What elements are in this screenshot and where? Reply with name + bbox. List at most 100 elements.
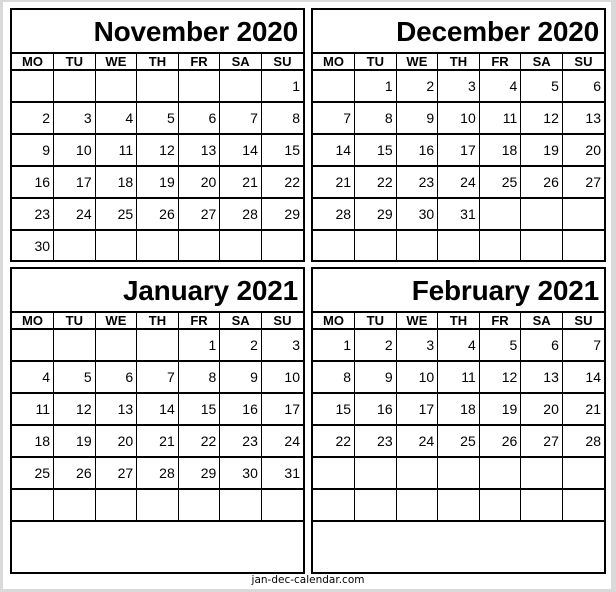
month-title: January 2021 [12, 269, 303, 313]
day-cell: 29 [178, 457, 221, 490]
day-cell [261, 489, 303, 522]
website-footer: jan-dec-calendar.com [251, 574, 365, 586]
day-cell: 8 [261, 102, 303, 135]
day-cell: 16 [396, 134, 439, 167]
day-cell [562, 230, 604, 261]
day-cell: 23 [396, 166, 439, 199]
day-cell: 30 [12, 230, 55, 261]
day-cell: 11 [12, 393, 55, 426]
day-cell [12, 489, 55, 522]
weekday-header: SU [261, 54, 303, 71]
weekday-header: TU [354, 313, 397, 330]
week-row: 2345678 [12, 102, 303, 135]
day-cell: 31 [437, 198, 480, 231]
day-cell: 25 [479, 166, 522, 199]
calendar-november-2020: November 2020 MO TU WE TH FR SA SU 1 2 3 4 5 6 7 8 9 10 11… [10, 8, 305, 262]
day-cell: 24 [396, 425, 439, 458]
day-cell: 7 [313, 102, 356, 135]
week-row: 25 26 27 28 29 30 31 [12, 457, 303, 490]
day-cell: 29 [261, 198, 303, 231]
day-cell [136, 70, 179, 103]
day-cell: 29 [354, 198, 397, 231]
day-cell: 6 [520, 329, 563, 362]
day-cell [479, 489, 522, 522]
week-row: 22 23 24 25 26 27 28 [313, 425, 604, 458]
day-cell [479, 457, 522, 490]
weekday-header: MO [313, 54, 356, 71]
day-cell [437, 230, 480, 261]
weekday-header-row: MO TU WE TH FR SA SU [12, 54, 303, 71]
day-cell [95, 489, 138, 522]
week-row [313, 489, 604, 522]
week-row: 21 22 23 24 25 26 27 [313, 166, 604, 199]
day-cell: 4 [479, 70, 522, 103]
day-cell [313, 70, 356, 103]
day-cell [354, 489, 397, 522]
day-cell: 27 [562, 166, 604, 199]
day-cell: 30 [219, 457, 262, 490]
week-row: 1 [12, 70, 303, 103]
day-cell: 27 [520, 425, 563, 458]
day-cell: 14 [136, 393, 179, 426]
week-row: 7 8 9 10 11 12 13 [313, 102, 604, 135]
day-cell: 5 [53, 361, 96, 394]
week-row: 15 16 17 18 19 20 21 [313, 393, 604, 426]
day-cell: 12 [136, 134, 179, 167]
weekday-header: TU [53, 313, 96, 330]
day-cell: 17 [53, 166, 96, 199]
day-cell: 8 [354, 102, 397, 135]
day-cell: 4 [95, 102, 138, 135]
day-cell: 26 [520, 166, 563, 199]
day-cell [396, 489, 439, 522]
week-row: 123456 [313, 70, 604, 103]
day-cell: 17 [396, 393, 439, 426]
day-cell: 28 [219, 198, 262, 231]
weekday-header: WE [95, 54, 138, 71]
day-cell [479, 230, 522, 261]
day-cell [520, 489, 563, 522]
day-cell [219, 70, 262, 103]
day-cell [437, 489, 480, 522]
day-cell: 12 [479, 361, 522, 394]
day-cell: 19 [479, 393, 522, 426]
day-cell: 11 [479, 102, 522, 135]
day-cell [396, 457, 439, 490]
day-cell [520, 230, 563, 261]
day-cell [178, 489, 221, 522]
day-cell: 18 [437, 393, 480, 426]
day-cell: 24 [261, 425, 303, 458]
day-cell: 5 [520, 70, 563, 103]
day-cell [562, 489, 604, 522]
day-cell [12, 329, 55, 362]
day-cell: 4 [437, 329, 480, 362]
day-cell: 12 [53, 393, 96, 426]
day-cell: 14 [562, 361, 604, 394]
day-cell: 3 [437, 70, 480, 103]
day-cell [219, 489, 262, 522]
day-cell: 18 [479, 134, 522, 167]
day-cell [95, 70, 138, 103]
day-cell: 11 [95, 134, 138, 167]
day-cell: 24 [53, 198, 96, 231]
day-cell: 22 [313, 425, 356, 458]
calendar-february-2021: February 2021 MO TU WE TH FR SA SU 1 2 3 4 5 6 7 8 9 10 11… [311, 267, 606, 574]
weekday-header: TU [354, 54, 397, 71]
day-cell [354, 230, 397, 261]
day-cell [313, 230, 356, 261]
week-row: 28 29 30 31 [313, 198, 604, 231]
day-cell [313, 457, 356, 490]
day-cell: 26 [479, 425, 522, 458]
day-cell: 11 [437, 361, 480, 394]
day-cell: 6 [178, 102, 221, 135]
week-row: 14 15 16 17 18 19 20 [313, 134, 604, 167]
day-cell [520, 198, 563, 231]
weekday-header: MO [12, 54, 55, 71]
weekday-header: SA [219, 54, 262, 71]
day-cell [53, 489, 96, 522]
day-cell: 7 [562, 329, 604, 362]
month-title: February 2021 [313, 269, 604, 313]
day-cell: 10 [53, 134, 96, 167]
day-cell: 5 [136, 102, 179, 135]
day-cell: 3 [396, 329, 439, 362]
day-cell: 16 [354, 393, 397, 426]
